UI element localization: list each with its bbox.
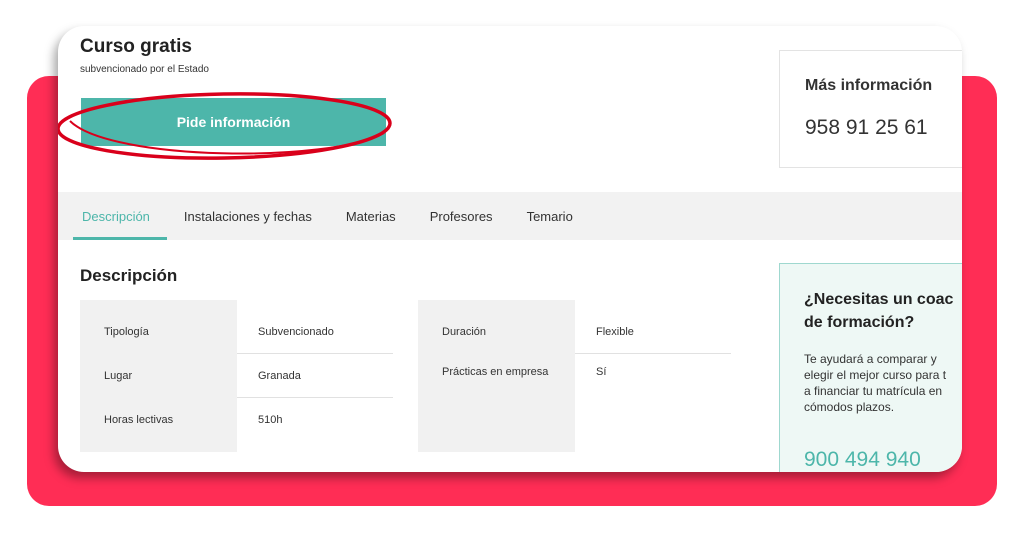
more-info-phone[interactable]: 958 91 25 61 xyxy=(805,116,928,140)
coach-phone[interactable]: 900 494 940 xyxy=(804,448,921,472)
detail-row: Lugar Granada xyxy=(80,354,393,398)
detail-value: Granada xyxy=(258,370,301,382)
detail-value: Sí xyxy=(596,366,607,378)
coach-text: Te ayudará a comparar y elegir el mejor … xyxy=(804,351,962,415)
detail-value: Subvencionado xyxy=(258,326,334,338)
detail-label: Lugar xyxy=(104,370,133,382)
tab-temario[interactable]: Temario xyxy=(510,192,590,240)
detail-row: Duración Flexible xyxy=(418,310,731,354)
detail-row: Tipología Subvencionado xyxy=(80,310,393,354)
course-card: Curso gratis subvencionado por el Estado… xyxy=(58,26,962,472)
coach-text-line: cómodos plazos. xyxy=(804,400,895,414)
detail-label: Tipología xyxy=(104,326,149,338)
coach-text-line: elegir el mejor curso para t xyxy=(804,368,947,382)
detail-label: Horas lectivas xyxy=(104,414,174,426)
tab-instalaciones[interactable]: Instalaciones y fechas xyxy=(167,192,329,240)
detail-value: 510h xyxy=(258,414,283,426)
detail-label: Duración xyxy=(442,326,487,338)
course-tabs: Descripción Instalaciones y fechas Mater… xyxy=(58,192,962,240)
coach-box: ¿Necesitas un coac de formación? Te ayud… xyxy=(779,263,962,472)
tab-profesores[interactable]: Profesores xyxy=(413,192,510,240)
coach-text-line: Te ayudará a comparar y xyxy=(804,352,937,366)
course-title: Curso gratis xyxy=(80,36,192,57)
coach-title: ¿Necesitas un coac de formación? xyxy=(804,288,962,334)
detail-row: Prácticas en empresa Sí xyxy=(418,354,731,390)
coach-text-line: a financiar tu matrícula en xyxy=(804,384,943,398)
more-info-box: Más información 958 91 25 61 xyxy=(779,50,962,168)
detail-label: Prácticas en empresa xyxy=(442,366,549,378)
request-info-button[interactable]: Pide información xyxy=(81,98,386,146)
detail-row: Horas lectivas 510h xyxy=(80,398,393,442)
coach-title-line: de formación? xyxy=(804,314,915,331)
detail-value: Flexible xyxy=(596,326,634,338)
section-heading: Descripción xyxy=(80,266,178,285)
more-info-title: Más información xyxy=(805,77,933,94)
coach-title-line: ¿Necesitas un coac xyxy=(804,291,954,308)
course-subtitle: subvencionado por el Estado xyxy=(80,64,209,75)
tab-materias[interactable]: Materias xyxy=(329,192,413,240)
tab-descripcion[interactable]: Descripción xyxy=(58,192,167,240)
